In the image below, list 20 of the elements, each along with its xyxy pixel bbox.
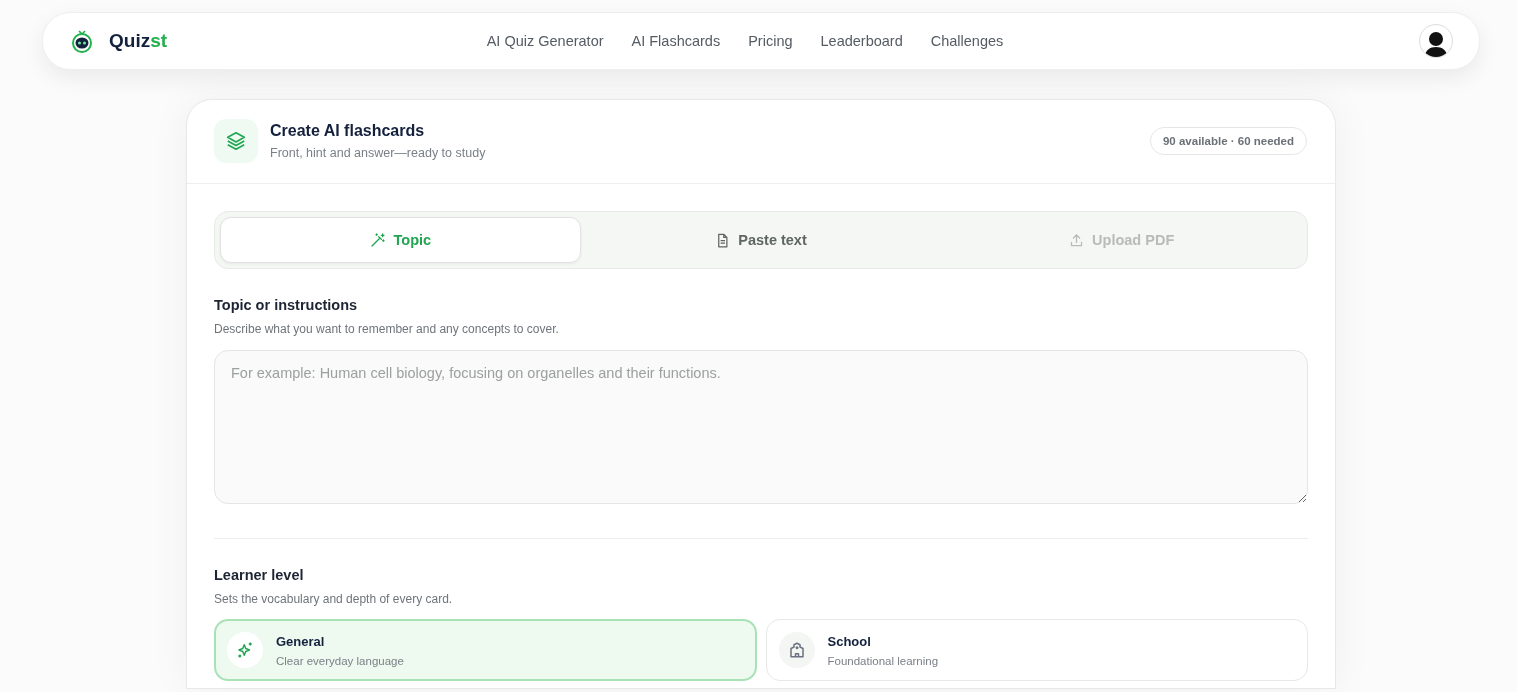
card-subtitle: Front, hint and answer—ready to study (270, 146, 487, 160)
section-label: Learner level (214, 567, 305, 583)
option-title: General (276, 633, 326, 649)
nav-link[interactable]: Challenges (930, 33, 1004, 49)
option-title: School (827, 633, 872, 649)
logo-text[interactable]: Quizst (109, 30, 168, 52)
nav-link[interactable]: Leaderboard (820, 33, 903, 49)
section-label: Topic or instructions (214, 297, 359, 313)
nav-link[interactable]: Pricing (748, 33, 793, 49)
level-option[interactable]: General Clear everyday language (214, 619, 757, 681)
level-option[interactable]: School Foundational learning (765, 619, 1308, 681)
topic-input-field[interactable]: For example: Human cell biology, focusing on organelles and their functions. (214, 350, 1308, 504)
card-title: Create AI flashcards (270, 122, 426, 140)
section-description: Describe what you want to remember and any concepts to cover. (214, 322, 560, 336)
source-tab[interactable]: Paste text (580, 217, 942, 263)
option-description: Foundational learning (827, 654, 939, 667)
nav-link[interactable]: AI Quiz Generator (486, 33, 604, 49)
nav-link[interactable]: AI Flashcards (631, 33, 721, 49)
section-description: Sets the vocabulary and depth of every card. (214, 592, 454, 606)
option-description: Clear everyday language (276, 654, 404, 667)
